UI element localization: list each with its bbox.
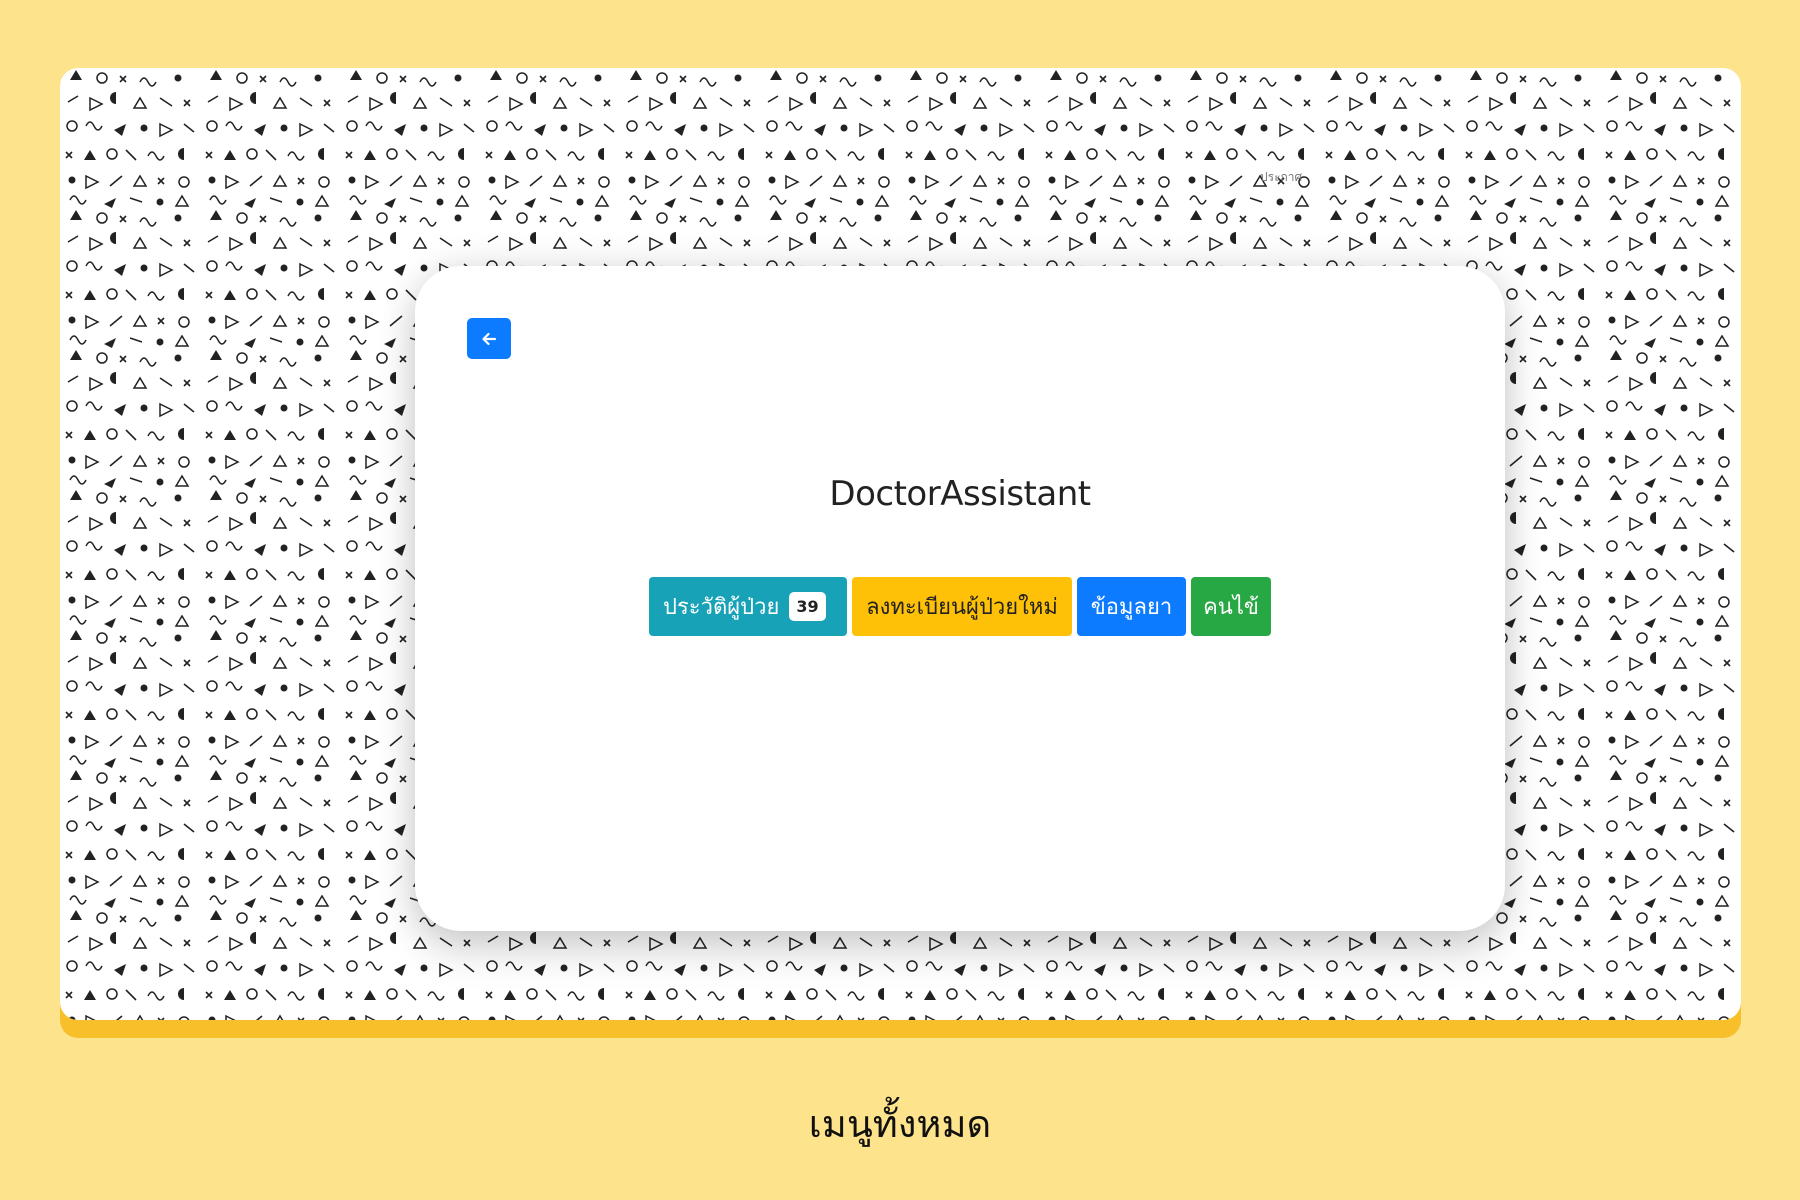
patient-history-label: ประวัติผู้ป่วย [663,595,780,620]
app-title: DoctorAssistant [829,474,1091,514]
arrow-left-icon [482,332,497,345]
caption: เมนูทั้งหมด [808,1102,992,1146]
patient-history-button[interactable]: ประวัติผู้ป่วย 39 [649,577,847,636]
register-patient-button[interactable]: ลงทะเบียนผู้ป่วยใหม่ [852,577,1072,636]
main-menu: ประวัติผู้ป่วย 39 ลงทะเบียนผู้ป่วยใหม่ ข… [415,577,1505,636]
corner-notice-text: ประกาศ [1260,170,1303,184]
drug-info-button[interactable]: ข้อมูลยา [1077,577,1186,636]
register-patient-label: ลงทะเบียนผู้ป่วยใหม่ [866,595,1058,620]
back-button[interactable] [467,318,511,359]
patient-count-badge: 39 [789,592,826,621]
main-card: DoctorAssistant ประวัติผู้ป่วย 39 ลงทะเบ… [415,266,1505,931]
patients-button[interactable]: คนไข้ [1191,577,1271,636]
app-screen: ประกาศ DoctorAssistant ประวัติผู้ป่วย 39… [60,68,1741,1020]
drug-info-label: ข้อมูลยา [1090,595,1173,620]
patients-label: คนไข้ [1203,595,1259,620]
